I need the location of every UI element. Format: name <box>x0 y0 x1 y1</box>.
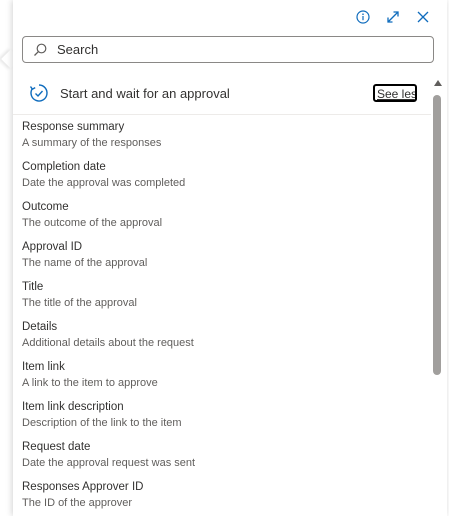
list-item[interactable]: Outcome The outcome of the approval <box>22 200 422 236</box>
list-item[interactable]: Item link A link to the item to approve <box>22 360 422 396</box>
item-description: The ID of the approver <box>22 497 133 509</box>
item-title: Completion date <box>22 161 106 173</box>
item-title: Response summary <box>22 121 125 133</box>
item-title: Title <box>22 281 44 293</box>
item-description: A link to the item to approve <box>22 377 158 389</box>
list-item[interactable]: Request date Date the approval request w… <box>22 440 422 476</box>
list-item[interactable]: Response summary A summary of the respon… <box>22 120 422 156</box>
item-description: Additional details about the request <box>22 337 194 349</box>
page: Start and wait for an approval See less … <box>0 0 449 516</box>
item-description: Date the approval was completed <box>22 177 186 189</box>
info-icon[interactable] <box>353 8 373 26</box>
item-title: Details <box>22 321 58 333</box>
flyout-toolbar <box>353 8 433 26</box>
item-description: The name of the approval <box>22 257 148 269</box>
item-title: Request date <box>22 441 91 453</box>
expand-icon[interactable] <box>383 8 403 26</box>
item-title: Responses Approver ID <box>22 481 144 493</box>
item-title: Item link <box>22 361 65 373</box>
search-icon <box>33 43 47 57</box>
list-item[interactable]: Item link description Description of the… <box>22 400 422 436</box>
close-icon[interactable] <box>413 8 433 26</box>
see-less-button[interactable]: See less <box>373 84 417 102</box>
list-item[interactable]: Completion date Date the approval was co… <box>22 160 422 196</box>
item-description: Description of the link to the item <box>22 417 182 429</box>
search-box[interactable] <box>22 36 434 63</box>
scrollbar[interactable] <box>432 80 442 516</box>
scroll-up-arrow-icon[interactable] <box>434 80 442 86</box>
scrollbar-thumb[interactable] <box>433 95 441 375</box>
dynamic-content-flyout: Start and wait for an approval See less … <box>13 0 447 516</box>
action-header: Start and wait for an approval See less <box>13 72 431 115</box>
item-description: The title of the approval <box>22 297 137 309</box>
list-item[interactable]: Title The title of the approval <box>22 280 422 316</box>
item-title: Outcome <box>22 201 69 213</box>
item-description: Date the approval request was sent <box>22 457 196 469</box>
action-title: Start and wait for an approval <box>60 86 230 101</box>
list-item[interactable]: Details Additional details about the req… <box>22 320 422 356</box>
dynamic-content-list: Start and wait for an approval See less … <box>13 72 431 516</box>
list-item[interactable]: Responses Approver ID The ID of the appr… <box>22 480 422 516</box>
search-input[interactable] <box>55 41 399 58</box>
approval-icon <box>28 82 50 104</box>
item-description: A summary of the responses <box>22 137 162 149</box>
item-description: The outcome of the approval <box>22 217 163 229</box>
item-title: Approval ID <box>22 241 83 253</box>
item-title: Item link description <box>22 401 124 413</box>
list-item[interactable]: Approval ID The name of the approval <box>22 240 422 276</box>
